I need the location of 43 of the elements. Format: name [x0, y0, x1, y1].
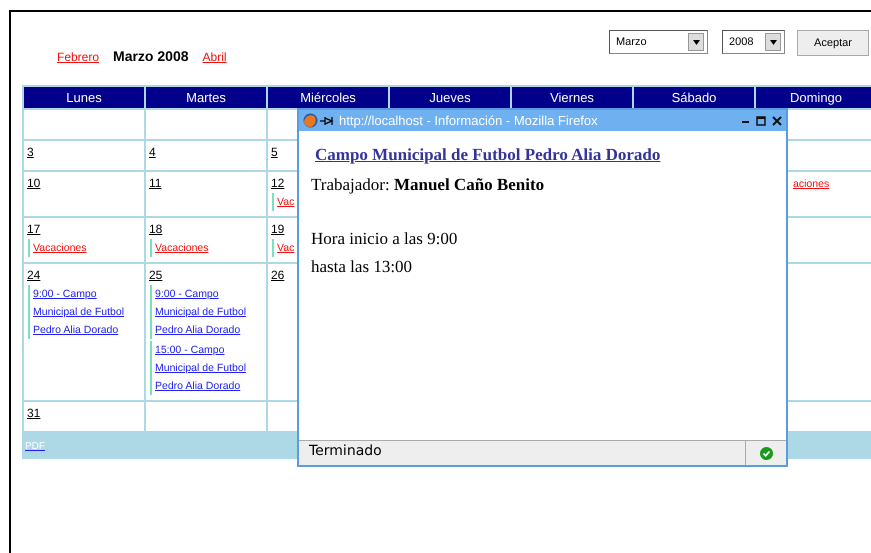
day-number-link[interactable]: 10: [27, 174, 40, 192]
event-link[interactable]: Vacaciones: [155, 239, 247, 257]
event-link[interactable]: Vacaciones: [33, 239, 125, 257]
day-number-link[interactable]: 12: [271, 174, 284, 192]
weekday-header: Miércoles: [268, 87, 388, 108]
day-number-link[interactable]: 11: [149, 174, 162, 192]
event-link[interactable]: 15:00 - Campo Municipal de Futbol Pedro Alia Dorado: [155, 341, 247, 395]
browser-logo-icon: [303, 113, 318, 128]
day-number-link[interactable]: 26: [271, 266, 284, 284]
maximize-icon[interactable]: [756, 116, 766, 126]
accept-button[interactable]: Aceptar: [797, 30, 869, 56]
weekday-header: Martes: [146, 87, 266, 108]
event-link[interactable]: 9:00 - Campo Municipal de Futbol Pedro Alia Dorado: [155, 285, 247, 339]
previous-month-link[interactable]: Febrero: [57, 50, 100, 64]
weekday-header: Lunes: [24, 87, 144, 108]
event-link[interactable]: aciones: [793, 175, 871, 193]
day-number-link[interactable]: 17: [27, 220, 40, 238]
popup-title: http://localhost - Información - Mozilla Firefox: [339, 113, 598, 128]
pin-icon: [320, 116, 334, 126]
day-number-link[interactable]: 5: [271, 143, 278, 161]
status-text: Terminado: [308, 442, 383, 461]
month-title: Marzo 2008: [113, 48, 189, 64]
next-month-link[interactable]: Abril: [202, 50, 227, 64]
month-dropdown[interactable]: Marzo: [609, 30, 708, 54]
worker-text: Trabajador: Manuel Caño Benito: [311, 175, 546, 195]
weekday-header: Domingo: [756, 87, 871, 108]
time-text: hasta las 13:00: [311, 257, 414, 277]
day-number-link[interactable]: 25: [149, 266, 162, 284]
day-number-link[interactable]: 19: [271, 220, 284, 238]
event-link[interactable]: 9:00 - Campo Municipal de Futbol Pedro Alia Dorado: [33, 285, 125, 339]
day-number-link[interactable]: 24: [27, 266, 40, 284]
check-icon: [760, 446, 772, 460]
day-number-link[interactable]: 4: [149, 143, 156, 161]
close-icon[interactable]: [772, 116, 782, 126]
year-dropdown[interactable]: 2008: [722, 30, 785, 54]
weekday-header: Jueves: [390, 87, 510, 108]
weekday-header: Viernes: [512, 87, 632, 108]
time-text: Hora inicio a las 9:00: [311, 229, 458, 249]
day-number-link[interactable]: 3: [27, 143, 34, 161]
day-number-link[interactable]: 18: [149, 220, 162, 238]
day-number-link[interactable]: 31: [27, 404, 40, 422]
venue-link[interactable]: Campo Municipal de Futbol Pedro Alia Dorado: [315, 145, 660, 165]
weekday-header: Sábado: [634, 87, 754, 108]
